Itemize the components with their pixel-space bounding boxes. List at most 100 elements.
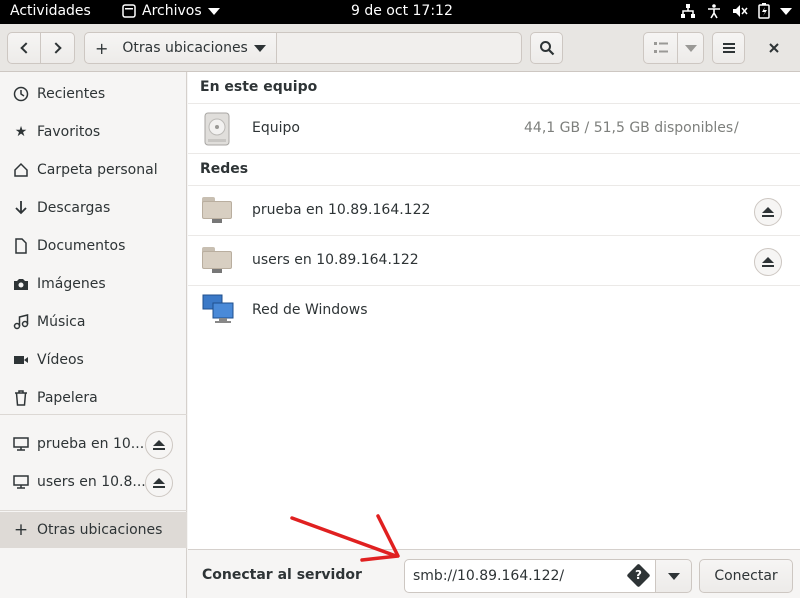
eject-button[interactable]	[145, 431, 173, 459]
app-name: Archivos	[142, 3, 202, 19]
sidebar-item-recent[interactable]: Recientes	[0, 76, 187, 112]
connect-button[interactable]: Conectar	[699, 559, 793, 593]
view-options-button[interactable]	[677, 32, 704, 64]
video-icon	[12, 351, 30, 369]
windows-network-icon	[202, 294, 234, 323]
system-tray[interactable]	[680, 3, 792, 19]
server-address-value: smb://10.89.164.122/	[413, 568, 565, 584]
sidebar-item-label: Otras ubicaciones	[37, 522, 163, 538]
chevron-left-icon	[20, 42, 32, 54]
dropdown-arrow-icon	[667, 572, 680, 580]
network-icon	[681, 4, 695, 18]
other-locations-view: En este equipo Equipo 44,1 GB / 51,5 GB …	[188, 72, 800, 549]
location-name: prueba en 10.89.164.122	[252, 202, 431, 218]
server-history-dropdown[interactable]	[656, 559, 692, 593]
list-view-icon	[653, 42, 668, 53]
battery-icon	[758, 3, 770, 19]
top-bar: Actividades Archivos 9 de oct 17:12	[0, 0, 800, 24]
path-bar-empty[interactable]	[276, 32, 522, 64]
home-icon	[12, 161, 30, 179]
sidebar-item-label: Imágenes	[37, 276, 106, 292]
camera-icon	[12, 275, 30, 293]
location-dropdown-icon	[254, 45, 266, 52]
location-row-network[interactable]: prueba en 10.89.164.122	[188, 186, 800, 236]
sidebar-item-starred[interactable]: ★ Favoritos	[0, 114, 187, 150]
sidebar-item-label: Vídeos	[37, 352, 84, 368]
sidebar-item-home[interactable]: Carpeta personal	[0, 152, 187, 188]
location-row-network[interactable]: Red de Windows	[188, 286, 800, 336]
sidebar-item-other-locations[interactable]: + Otras ubicaciones	[0, 512, 187, 548]
sidebar-item-pictures[interactable]: Imágenes	[0, 266, 187, 302]
files-app-icon	[122, 4, 136, 18]
location-button[interactable]: + Otras ubicaciones	[84, 32, 277, 64]
location-name: users en 10.89.164.122	[252, 252, 419, 268]
star-icon: ★	[14, 124, 28, 140]
app-menu-arrow-icon	[207, 7, 220, 15]
sidebar-item-label: users en 10.8...	[37, 474, 146, 490]
section-heading-networks: Redes	[200, 161, 249, 177]
sidebar-item-label: Recientes	[37, 86, 106, 102]
connect-to-server-bar: Conectar al servidor smb://10.89.164.122…	[188, 549, 800, 598]
mount-path-label: /	[734, 120, 739, 136]
eject-icon	[762, 207, 774, 217]
network-drive-icon	[12, 435, 30, 453]
volume-icon	[733, 5, 748, 17]
eject-icon	[153, 440, 165, 450]
sidebar-item-videos[interactable]: Vídeos	[0, 342, 187, 378]
eject-button[interactable]	[145, 469, 173, 497]
network-drive-icon	[12, 473, 30, 491]
menu-button[interactable]	[712, 32, 745, 64]
accessibility-icon	[708, 4, 720, 19]
forward-button[interactable]	[40, 32, 75, 64]
eject-icon	[153, 478, 165, 488]
eject-icon	[762, 257, 774, 267]
sidebar-item-label: Papelera	[37, 390, 98, 406]
sidebar-item-label: Descargas	[37, 200, 111, 216]
location-row-computer[interactable]: Equipo 44,1 GB / 51,5 GB disponibles /	[188, 104, 800, 154]
eject-button[interactable]	[754, 198, 782, 226]
view-options-arrow-icon	[684, 44, 697, 52]
connect-server-label: Conectar al servidor	[202, 567, 362, 583]
clock[interactable]: 9 de oct 17:12	[351, 3, 453, 19]
chevron-right-icon	[49, 42, 62, 54]
search-button[interactable]	[530, 32, 563, 64]
activities-button[interactable]: Actividades	[10, 3, 91, 19]
server-address-input[interactable]: smb://10.89.164.122/ ?	[404, 559, 656, 593]
back-button[interactable]	[7, 32, 41, 64]
sidebar-separator	[0, 414, 187, 415]
plus-icon: +	[13, 520, 29, 540]
sidebar-separator	[0, 510, 187, 511]
close-button[interactable]	[762, 38, 786, 58]
sidebar-item-label: prueba en 10....	[37, 436, 149, 452]
clock-icon	[12, 85, 30, 103]
location-name: Equipo	[252, 120, 300, 136]
sidebar: Recientes ★ Favoritos Carpeta personal D…	[0, 72, 187, 598]
app-menu[interactable]: Archivos	[122, 3, 220, 19]
trash-icon	[12, 389, 30, 407]
location-row-network[interactable]: users en 10.89.164.122	[188, 236, 800, 286]
view-toggle-button[interactable]	[643, 32, 678, 64]
sidebar-item-music[interactable]: Música	[0, 304, 187, 340]
download-icon	[12, 199, 30, 217]
annotation-arrow-icon	[290, 514, 400, 562]
help-icon[interactable]: ?	[626, 563, 651, 588]
location-label: Otras ubicaciones	[122, 40, 248, 56]
sidebar-item-label: Documentos	[37, 238, 126, 254]
music-icon	[12, 313, 30, 331]
sidebar-item-label: Favoritos	[37, 124, 101, 140]
document-icon	[12, 237, 30, 255]
eject-button[interactable]	[754, 248, 782, 276]
hamburger-menu-icon	[722, 43, 735, 53]
hard-drive-icon	[204, 112, 230, 146]
disk-space-label: 44,1 GB / 51,5 GB disponibles	[524, 120, 734, 136]
sidebar-item-trash[interactable]: Papelera	[0, 380, 187, 416]
network-folder-icon	[202, 247, 232, 273]
sidebar-item-label: Música	[37, 314, 86, 330]
section-heading-this-computer: En este equipo	[200, 79, 318, 95]
network-folder-icon	[202, 197, 232, 223]
sidebar-item-downloads[interactable]: Descargas	[0, 190, 187, 226]
sidebar-item-documents[interactable]: Documentos	[0, 228, 187, 264]
header-bar: + Otras ubicaciones	[0, 24, 800, 72]
close-icon	[769, 43, 779, 53]
sidebar-item-label: Carpeta personal	[37, 162, 158, 178]
